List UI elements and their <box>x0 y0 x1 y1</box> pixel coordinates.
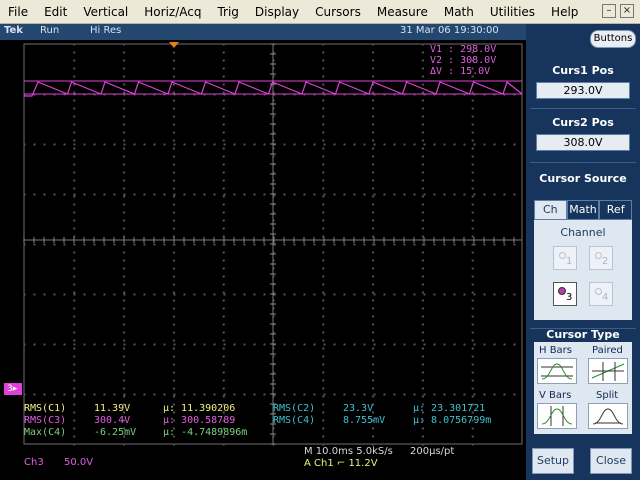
menu-math[interactable]: Math <box>436 0 482 24</box>
meas-5-name: RMS(C4) <box>273 415 316 426</box>
tab-ref[interactable]: Ref <box>599 200 633 220</box>
waveform-display[interactable]: V1 : 298.0V V2 : 308.0V ΔV : 15.0V 3▸ RM… <box>0 40 526 480</box>
oscilloscope-window: File Edit Vertical Horiz/Acq Trig Displa… <box>0 0 640 480</box>
menu-edit[interactable]: Edit <box>36 0 75 24</box>
ch3-ground-marker[interactable]: 3▸ <box>4 383 22 395</box>
trigger-position-marker <box>169 42 179 48</box>
meas-2-name: RMS(C3) <box>24 415 67 426</box>
menu-trig[interactable]: Trig <box>209 0 246 24</box>
resolution-readout: 200µs/pt <box>410 446 455 457</box>
source-tabs: Ch Math Ref <box>534 200 633 220</box>
cursor-type-selector: H Bars Paired V Bars Split <box>534 342 632 434</box>
meas-1-value: 11.39V <box>94 403 131 414</box>
meas-3-mean: µ: -4.7489896m <box>163 427 248 438</box>
tab-math[interactable]: Math <box>566 200 600 220</box>
menu-vertical[interactable]: Vertical <box>75 0 136 24</box>
status-strip: Tek Run Hi Res 31 Mar 06 19:30:00 <box>0 24 526 40</box>
cursor-readout-v1: V1 : 298.0V <box>430 44 497 55</box>
menu-horiz-acq[interactable]: Horiz/Acq <box>136 0 209 24</box>
channel-2-button[interactable]: 2 <box>589 246 613 270</box>
timebase-readout[interactable]: M 10.0ms 5.0kS/s <box>304 446 393 457</box>
meas-4-name: RMS(C2) <box>273 403 316 414</box>
meas-5-mean: µ: 8.0756799m <box>413 415 492 426</box>
cursor-source-title: Cursor Source <box>539 172 627 185</box>
curs2-title: Curs2 Pos <box>552 116 614 129</box>
ch3-scale[interactable]: 50.0V <box>64 457 93 468</box>
meas-2-value: 300.4V <box>94 415 131 426</box>
menu-measure[interactable]: Measure <box>369 0 436 24</box>
run-status: Run <box>40 25 60 36</box>
divider <box>530 108 636 109</box>
paired-label: Paired <box>592 345 623 356</box>
trigger-readout[interactable]: A Ch1 ⌐ 11.2V <box>304 458 378 469</box>
datetime: 31 Mar 06 19:30:00 <box>400 25 499 36</box>
menu-cursors[interactable]: Cursors <box>307 0 369 24</box>
menu-bar: File Edit Vertical Horiz/Acq Trig Displa… <box>0 0 640 24</box>
menu-file[interactable]: File <box>0 0 36 24</box>
vbars-icon[interactable] <box>537 403 577 429</box>
buttons-toggle[interactable]: Buttons <box>590 30 636 48</box>
meas-5-value: 8.755mV <box>343 415 386 426</box>
ch3-label[interactable]: Ch3 <box>24 457 44 468</box>
acq-mode: Hi Res <box>90 25 122 36</box>
hbars-label: H Bars <box>539 345 573 356</box>
menu-help[interactable]: Help <box>543 0 586 24</box>
menu-utilities[interactable]: Utilities <box>482 0 543 24</box>
channel-1-button[interactable]: 1 <box>553 246 577 270</box>
curs2-value[interactable]: 308.0V <box>536 134 630 151</box>
split-label: Split <box>596 390 619 401</box>
control-panel: Buttons Curs1 Pos 293.0V Curs2 Pos 308.0… <box>526 24 640 480</box>
cursor-readout-dv: ΔV : 15.0V <box>430 66 491 77</box>
divider <box>530 162 636 163</box>
meas-4-value: 23.3V <box>343 403 374 414</box>
close-button[interactable]: Close <box>590 448 632 474</box>
menu-display[interactable]: Display <box>247 0 307 24</box>
graticule <box>23 42 523 446</box>
meas-4-mean: µ: 23.301721 <box>413 403 486 414</box>
meas-3-name: Max(C4) <box>24 427 67 438</box>
channel-label: Channel <box>560 226 606 239</box>
cursor-readout-v2: V2 : 308.0V <box>430 55 497 66</box>
hbars-icon[interactable] <box>537 358 577 384</box>
tab-ch[interactable]: Ch <box>534 200 567 220</box>
channel-selector: Channel 1 2 3 4 <box>534 220 632 320</box>
meas-1-name: RMS(C1) <box>24 403 67 414</box>
channel-4-button[interactable]: 4 <box>589 282 613 306</box>
minimize-icon[interactable]: – <box>602 4 616 18</box>
vbars-label: V Bars <box>539 390 572 401</box>
brand-label: Tek <box>4 25 23 36</box>
meas-3-value: -6.25mV <box>94 427 137 438</box>
setup-button[interactable]: Setup <box>532 448 574 474</box>
meas-2-mean: µ: 300.58789 <box>163 415 236 426</box>
curs1-title: Curs1 Pos <box>552 64 614 77</box>
split-icon[interactable] <box>588 403 628 429</box>
curs1-value[interactable]: 293.0V <box>536 82 630 99</box>
channel-3-button[interactable]: 3 <box>553 282 577 306</box>
cursor-type-title: Cursor Type <box>546 328 620 341</box>
paired-icon[interactable] <box>588 358 628 384</box>
close-window-icon[interactable]: × <box>620 4 634 18</box>
meas-1-mean: µ: 11.390206 <box>163 403 236 414</box>
